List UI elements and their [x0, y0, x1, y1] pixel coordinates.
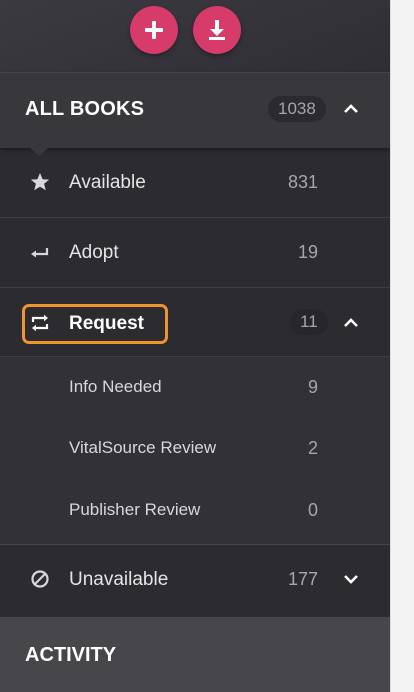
return-arrow-icon: [31, 248, 49, 258]
nav-item-unavailable[interactable]: Unavailable 177: [0, 545, 390, 617]
subitem-label: VitalSource Review: [69, 438, 217, 457]
all-books-count: 1038: [268, 96, 326, 122]
nav-item-count: 177: [287, 569, 318, 589]
nav-item-label: Unavailable: [69, 569, 169, 590]
add-button[interactable]: [130, 6, 178, 54]
nav-item-request[interactable]: Request 11: [0, 289, 390, 357]
request-subitems: Info Needed 9 VitalSource Review 2 Publi…: [0, 357, 390, 545]
download-icon: [209, 20, 225, 40]
activity-title: ACTIVITY: [25, 644, 117, 666]
repeat-icon: [31, 314, 49, 332]
sidebar: ALL BOOKS 1038 Available 831 Adopt 19 Re…: [0, 0, 390, 692]
subitem-count: 2: [307, 438, 318, 458]
download-button[interactable]: [193, 6, 241, 54]
prohibited-icon: [31, 570, 49, 588]
subitem-count: 9: [307, 377, 318, 397]
nav-item-available[interactable]: Available 831: [0, 148, 390, 218]
content-edge: [390, 0, 414, 692]
activity-section[interactable]: ACTIVITY: [0, 617, 390, 692]
nav-item-label: Request: [69, 313, 144, 334]
nav-item-label: Available: [69, 172, 146, 193]
subitem-vitalsource-review[interactable]: VitalSource Review 2: [0, 418, 390, 480]
chevron-up-icon[interactable]: [343, 101, 359, 117]
subitem-count: 0: [307, 500, 318, 520]
plus-icon: [145, 21, 163, 39]
subitem-info-needed[interactable]: Info Needed 9: [0, 357, 390, 419]
all-books-header[interactable]: ALL BOOKS 1038: [0, 72, 390, 148]
chevron-up-icon[interactable]: [343, 315, 359, 331]
top-actions: [0, 0, 390, 72]
subitem-label: Info Needed: [69, 377, 162, 396]
star-icon: [30, 173, 50, 191]
subitem-label: Publisher Review: [69, 500, 201, 519]
nav-item-adopt[interactable]: Adopt 19: [0, 218, 390, 288]
nav-item-label: Adopt: [69, 242, 119, 263]
nav-item-count: 831: [287, 172, 318, 192]
nav-item-count: 11: [290, 309, 328, 335]
chevron-down-icon[interactable]: [343, 571, 359, 587]
all-books-title: ALL BOOKS: [25, 98, 145, 120]
nav-item-count: 19: [297, 242, 318, 262]
subitem-publisher-review[interactable]: Publisher Review 0: [0, 480, 390, 542]
